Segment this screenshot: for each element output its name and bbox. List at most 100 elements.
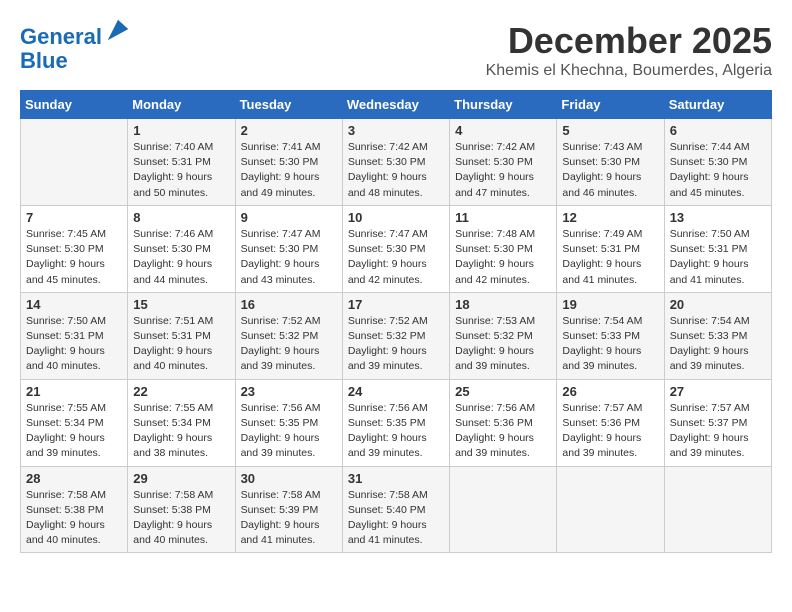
day-info: Sunrise: 7:56 AM Sunset: 5:35 PM Dayligh…: [348, 401, 444, 462]
calendar-cell: 10 Sunrise: 7:47 AM Sunset: 5:30 PM Dayli…: [342, 205, 449, 292]
day-number: 20: [670, 297, 766, 312]
day-number: 27: [670, 384, 766, 399]
calendar-week-row: 7 Sunrise: 7:45 AM Sunset: 5:30 PM Daylig…: [21, 205, 772, 292]
calendar-cell: 15 Sunrise: 7:51 AM Sunset: 5:31 PM Dayli…: [128, 292, 235, 379]
calendar-table: SundayMondayTuesdayWednesdayThursdayFrid…: [20, 90, 772, 553]
day-info: Sunrise: 7:52 AM Sunset: 5:32 PM Dayligh…: [348, 314, 444, 375]
day-number: 29: [133, 471, 229, 486]
day-number: 24: [348, 384, 444, 399]
logo: General Blue: [20, 20, 132, 73]
calendar-cell: 16 Sunrise: 7:52 AM Sunset: 5:32 PM Dayli…: [235, 292, 342, 379]
calendar-cell: 5 Sunrise: 7:43 AM Sunset: 5:30 PM Daylig…: [557, 119, 664, 206]
day-number: 31: [348, 471, 444, 486]
day-number: 4: [455, 123, 551, 138]
calendar-cell: [450, 466, 557, 553]
day-number: 13: [670, 210, 766, 225]
calendar-week-row: 28 Sunrise: 7:58 AM Sunset: 5:38 PM Dayli…: [21, 466, 772, 553]
day-number: 23: [241, 384, 337, 399]
day-number: 19: [562, 297, 658, 312]
calendar-week-row: 1 Sunrise: 7:40 AM Sunset: 5:31 PM Daylig…: [21, 119, 772, 206]
weekday-header: Saturday: [664, 91, 771, 119]
calendar-cell: 30 Sunrise: 7:58 AM Sunset: 5:39 PM Dayli…: [235, 466, 342, 553]
page-header: General Blue December 2025 Khemis el Khe…: [20, 20, 772, 80]
calendar-cell: 1 Sunrise: 7:40 AM Sunset: 5:31 PM Daylig…: [128, 119, 235, 206]
day-info: Sunrise: 7:55 AM Sunset: 5:34 PM Dayligh…: [133, 401, 229, 462]
day-number: 22: [133, 384, 229, 399]
day-number: 5: [562, 123, 658, 138]
day-info: Sunrise: 7:43 AM Sunset: 5:30 PM Dayligh…: [562, 140, 658, 201]
title-block: December 2025 Khemis el Khechna, Boumerd…: [486, 20, 772, 80]
day-info: Sunrise: 7:57 AM Sunset: 5:37 PM Dayligh…: [670, 401, 766, 462]
day-info: Sunrise: 7:58 AM Sunset: 5:40 PM Dayligh…: [348, 488, 444, 549]
subtitle: Khemis el Khechna, Boumerdes, Algeria: [486, 62, 772, 80]
day-info: Sunrise: 7:45 AM Sunset: 5:30 PM Dayligh…: [26, 227, 122, 288]
calendar-cell: 2 Sunrise: 7:41 AM Sunset: 5:30 PM Daylig…: [235, 119, 342, 206]
day-number: 16: [241, 297, 337, 312]
day-info: Sunrise: 7:42 AM Sunset: 5:30 PM Dayligh…: [348, 140, 444, 201]
day-number: 15: [133, 297, 229, 312]
day-info: Sunrise: 7:41 AM Sunset: 5:30 PM Dayligh…: [241, 140, 337, 201]
weekday-header: Friday: [557, 91, 664, 119]
day-number: 30: [241, 471, 337, 486]
day-info: Sunrise: 7:50 AM Sunset: 5:31 PM Dayligh…: [670, 227, 766, 288]
calendar-cell: 7 Sunrise: 7:45 AM Sunset: 5:30 PM Daylig…: [21, 205, 128, 292]
day-info: Sunrise: 7:48 AM Sunset: 5:30 PM Dayligh…: [455, 227, 551, 288]
calendar-cell: 17 Sunrise: 7:52 AM Sunset: 5:32 PM Dayli…: [342, 292, 449, 379]
day-info: Sunrise: 7:53 AM Sunset: 5:32 PM Dayligh…: [455, 314, 551, 375]
day-number: 17: [348, 297, 444, 312]
day-info: Sunrise: 7:49 AM Sunset: 5:31 PM Dayligh…: [562, 227, 658, 288]
logo-text: General Blue: [20, 20, 132, 73]
calendar-cell: 3 Sunrise: 7:42 AM Sunset: 5:30 PM Daylig…: [342, 119, 449, 206]
day-info: Sunrise: 7:54 AM Sunset: 5:33 PM Dayligh…: [670, 314, 766, 375]
day-info: Sunrise: 7:51 AM Sunset: 5:31 PM Dayligh…: [133, 314, 229, 375]
day-info: Sunrise: 7:46 AM Sunset: 5:30 PM Dayligh…: [133, 227, 229, 288]
calendar-cell: 12 Sunrise: 7:49 AM Sunset: 5:31 PM Dayli…: [557, 205, 664, 292]
calendar-cell: 21Sunrise: 7:55 AM Sunset: 5:34 PM Dayli…: [21, 379, 128, 466]
calendar-cell: 24 Sunrise: 7:56 AM Sunset: 5:35 PM Dayli…: [342, 379, 449, 466]
calendar-cell: 29 Sunrise: 7:58 AM Sunset: 5:38 PM Dayli…: [128, 466, 235, 553]
day-number: 10: [348, 210, 444, 225]
calendar-cell: [664, 466, 771, 553]
day-info: Sunrise: 7:47 AM Sunset: 5:30 PM Dayligh…: [348, 227, 444, 288]
weekday-header: Sunday: [21, 91, 128, 119]
day-info: Sunrise: 7:40 AM Sunset: 5:31 PM Dayligh…: [133, 140, 229, 201]
calendar-cell: 11Sunrise: 7:48 AM Sunset: 5:30 PM Dayli…: [450, 205, 557, 292]
calendar-cell: 27 Sunrise: 7:57 AM Sunset: 5:37 PM Dayli…: [664, 379, 771, 466]
day-number: 12: [562, 210, 658, 225]
day-info: Sunrise: 7:57 AM Sunset: 5:36 PM Dayligh…: [562, 401, 658, 462]
calendar-cell: 26 Sunrise: 7:57 AM Sunset: 5:36 PM Dayli…: [557, 379, 664, 466]
day-info: Sunrise: 7:52 AM Sunset: 5:32 PM Dayligh…: [241, 314, 337, 375]
calendar-cell: 13 Sunrise: 7:50 AM Sunset: 5:31 PM Dayli…: [664, 205, 771, 292]
day-number: 28: [26, 471, 122, 486]
day-info: Sunrise: 7:58 AM Sunset: 5:39 PM Dayligh…: [241, 488, 337, 549]
day-info: Sunrise: 7:55 AM Sunset: 5:34 PM Dayligh…: [26, 401, 122, 462]
calendar-cell: 23 Sunrise: 7:56 AM Sunset: 5:35 PM Dayli…: [235, 379, 342, 466]
day-info: Sunrise: 7:54 AM Sunset: 5:33 PM Dayligh…: [562, 314, 658, 375]
day-number: 26: [562, 384, 658, 399]
day-number: 1: [133, 123, 229, 138]
logo-icon: [104, 16, 132, 44]
calendar-cell: 18Sunrise: 7:53 AM Sunset: 5:32 PM Dayli…: [450, 292, 557, 379]
day-info: Sunrise: 7:56 AM Sunset: 5:35 PM Dayligh…: [241, 401, 337, 462]
day-info: Sunrise: 7:56 AM Sunset: 5:36 PM Dayligh…: [455, 401, 551, 462]
calendar-cell: 9Sunrise: 7:47 AM Sunset: 5:30 PM Daylig…: [235, 205, 342, 292]
day-number: 6: [670, 123, 766, 138]
weekday-header: Tuesday: [235, 91, 342, 119]
calendar-week-row: 14Sunrise: 7:50 AM Sunset: 5:31 PM Dayli…: [21, 292, 772, 379]
day-info: Sunrise: 7:58 AM Sunset: 5:38 PM Dayligh…: [26, 488, 122, 549]
calendar-cell: 4Sunrise: 7:42 AM Sunset: 5:30 PM Daylig…: [450, 119, 557, 206]
calendar-cell: 8Sunrise: 7:46 AM Sunset: 5:30 PM Daylig…: [128, 205, 235, 292]
day-number: 7: [26, 210, 122, 225]
day-number: 3: [348, 123, 444, 138]
weekday-header: Wednesday: [342, 91, 449, 119]
day-number: 2: [241, 123, 337, 138]
month-title: December 2025: [486, 20, 772, 62]
calendar-cell: 28 Sunrise: 7:58 AM Sunset: 5:38 PM Dayli…: [21, 466, 128, 553]
weekday-header: Monday: [128, 91, 235, 119]
calendar-cell: 22 Sunrise: 7:55 AM Sunset: 5:34 PM Dayli…: [128, 379, 235, 466]
calendar-cell: 19 Sunrise: 7:54 AM Sunset: 5:33 PM Dayli…: [557, 292, 664, 379]
day-number: 9: [241, 210, 337, 225]
calendar-cell: 25Sunrise: 7:56 AM Sunset: 5:36 PM Dayli…: [450, 379, 557, 466]
day-info: Sunrise: 7:50 AM Sunset: 5:31 PM Dayligh…: [26, 314, 122, 375]
day-info: Sunrise: 7:58 AM Sunset: 5:38 PM Dayligh…: [133, 488, 229, 549]
